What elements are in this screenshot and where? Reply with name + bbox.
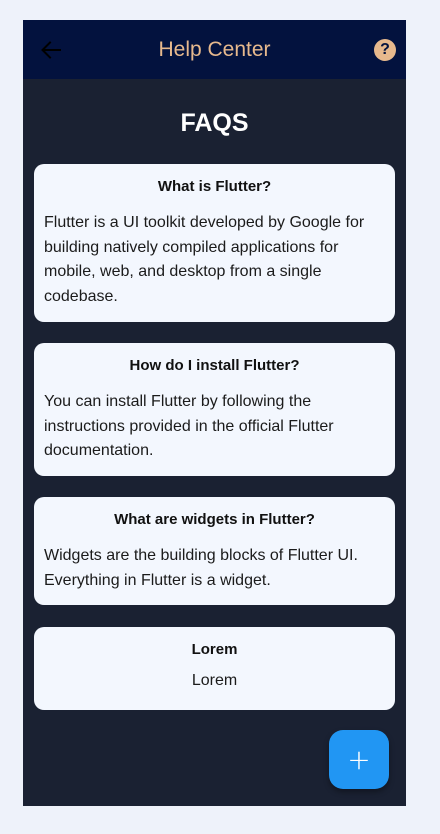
- plus-icon: +: [347, 743, 371, 776]
- faq-question: What are widgets in Flutter?: [114, 511, 315, 528]
- faq-question: What is Flutter?: [157, 178, 272, 195]
- faq-answer: Lorem: [191, 672, 238, 689]
- app-bar-title: Help Center: [158, 38, 271, 61]
- question-circle-icon[interactable]: ?: [374, 39, 396, 61]
- app-bar: Help Center ?: [23, 20, 406, 79]
- faq-answer: You can install Flutter by following the…: [44, 393, 334, 459]
- faq-card[interactable]: How do I install Flutter? You can instal…: [34, 343, 395, 476]
- faq-card[interactable]: What are widgets in Flutter? Widgets are…: [34, 497, 395, 605]
- phone-screen: Help Center ? FAQS What is Flutter? Flut…: [23, 20, 406, 806]
- add-button[interactable]: +: [329, 730, 389, 789]
- faq-question: Lorem: [191, 641, 238, 658]
- faq-question: How do I install Flutter?: [129, 357, 300, 374]
- faq-card[interactable]: Lorem Lorem: [34, 627, 395, 710]
- faq-answer: Widgets are the building blocks of Flutt…: [44, 547, 358, 589]
- faq-card[interactable]: What is Flutter? Flutter is a UI toolkit…: [34, 164, 395, 322]
- faq-answer: Flutter is a UI toolkit developed by Goo…: [44, 214, 365, 305]
- page-title: FAQS: [180, 109, 249, 137]
